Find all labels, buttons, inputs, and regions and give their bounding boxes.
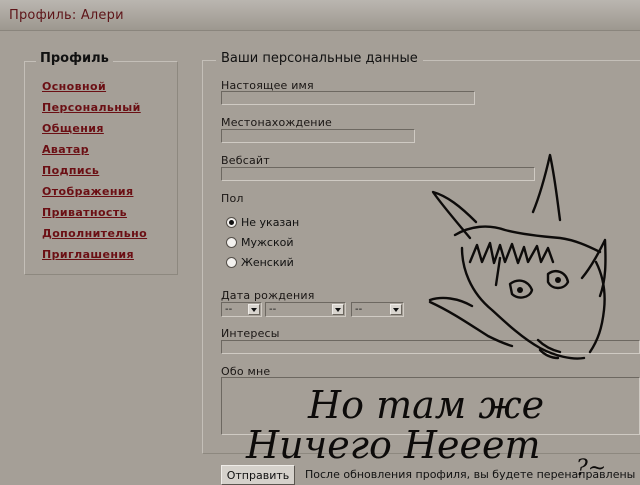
gender-option-unspecified: Не указан: [241, 216, 300, 229]
birthday-day-value: --: [225, 304, 233, 315]
gender-radio-female[interactable]: [226, 257, 237, 268]
gender-radio-male[interactable]: [226, 237, 237, 248]
title-bar: Профиль: Алери: [0, 0, 640, 31]
birthday-year-select[interactable]: --: [351, 302, 404, 317]
profile-nav-heading: Профиль: [36, 51, 113, 66]
real-name-input[interactable]: [221, 91, 475, 105]
chevron-down-icon: [390, 304, 402, 315]
gender-label: Пол: [221, 192, 244, 205]
submit-button[interactable]: Отправить: [221, 465, 295, 485]
nav-link-personal[interactable]: Персональный: [42, 101, 141, 114]
profile-nav-list: Основной Персональный Общения Аватар Под…: [42, 75, 147, 264]
redirect-notice: После обновления профиля, вы будете пере…: [305, 468, 636, 481]
chevron-down-icon: [248, 304, 260, 315]
chevron-down-icon: [332, 304, 344, 315]
birthday-label: Дата рождения: [221, 289, 315, 302]
birthday-day-select[interactable]: --: [221, 302, 262, 317]
nav-link-signature[interactable]: Подпись: [42, 164, 99, 177]
gender-radio-unspecified[interactable]: [226, 217, 237, 228]
location-input[interactable]: [221, 129, 415, 143]
gender-option-male: Мужской: [241, 236, 294, 249]
interests-label: Интересы: [221, 327, 280, 340]
nav-link-display[interactable]: Отображения: [42, 185, 133, 198]
window-title: Профиль: Алери: [9, 8, 124, 23]
birthday-year-value: --: [355, 304, 363, 315]
personal-data-heading: Ваши персональные данные: [216, 51, 423, 66]
nav-link-additional[interactable]: Дополнительно: [42, 227, 147, 240]
interests-input[interactable]: [221, 340, 640, 354]
gender-option-female: Женский: [241, 256, 294, 269]
nav-link-basic[interactable]: Основной: [42, 80, 106, 93]
website-label: Вебсайт: [221, 154, 270, 167]
location-label: Местонахождение: [221, 116, 333, 129]
birthday-month-value: --: [269, 304, 277, 315]
birthday-month-select[interactable]: --: [265, 302, 346, 317]
nav-link-messaging[interactable]: Общения: [42, 122, 104, 135]
about-textarea[interactable]: [221, 377, 640, 435]
nav-link-privacy[interactable]: Приватность: [42, 206, 127, 219]
nav-link-avatar[interactable]: Аватар: [42, 143, 89, 156]
website-input[interactable]: [221, 167, 535, 181]
nav-link-invitations[interactable]: Приглашения: [42, 248, 134, 261]
